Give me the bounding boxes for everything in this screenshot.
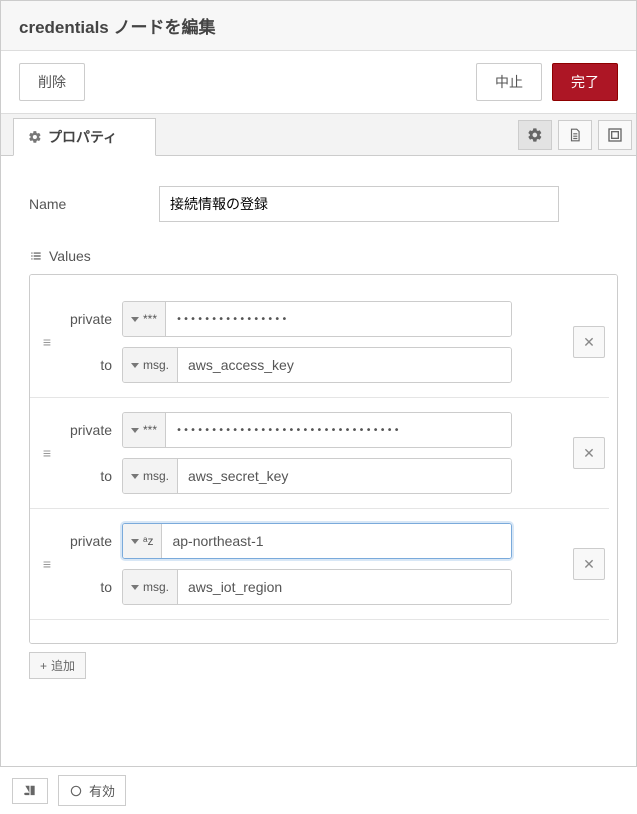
name-row: Name: [29, 186, 618, 222]
tab-properties-label: プロパティ: [48, 127, 117, 147]
values-list[interactable]: ≡ private *** to msg. ✕ ≡ private *** to msg. ✕ ≡ pri…: [29, 274, 618, 644]
editor-header: credentials ノードを編集: [1, 1, 636, 51]
private-input[interactable]: ***: [122, 301, 512, 337]
tab-appearance-icon-button[interactable]: [598, 120, 632, 150]
private-value-input[interactable]: [166, 413, 511, 447]
drag-handle-icon[interactable]: ≡: [38, 556, 56, 572]
to-input[interactable]: msg.: [122, 347, 512, 383]
gear-icon: [28, 130, 42, 144]
to-input[interactable]: msg.: [122, 458, 512, 494]
chevron-down-icon: [131, 363, 139, 368]
to-input[interactable]: msg.: [122, 569, 512, 605]
editor-footer: 有効: [0, 766, 637, 814]
chevron-down-icon: [131, 428, 139, 433]
circle-icon: [69, 784, 83, 798]
enabled-label: 有効: [89, 781, 115, 800]
chevron-down-icon: [131, 474, 139, 479]
to-value-input[interactable]: [178, 348, 511, 382]
type-label: msg.: [143, 580, 169, 594]
add-button[interactable]: + 追加: [29, 652, 86, 679]
to-type-selector[interactable]: msg.: [123, 459, 178, 493]
to-value-input[interactable]: [178, 459, 511, 493]
book-icon: [23, 784, 37, 798]
tab-row: プロパティ: [1, 114, 636, 156]
cancel-button[interactable]: 中止: [476, 63, 542, 101]
to-value-input[interactable]: [178, 570, 511, 604]
to-label: to: [66, 468, 122, 484]
list-icon: [29, 249, 43, 263]
gear-icon: [527, 127, 543, 143]
form-body: Name Values ≡ private *** to msg. ✕ ≡ private **…: [1, 156, 636, 697]
remove-button[interactable]: ✕: [573, 326, 605, 358]
tab-properties[interactable]: プロパティ: [13, 118, 156, 156]
close-icon: ✕: [583, 334, 595, 351]
to-type-selector[interactable]: msg.: [123, 348, 178, 382]
delete-button[interactable]: 削除: [19, 63, 85, 101]
to-label: to: [66, 357, 122, 373]
type-label: msg.: [143, 358, 169, 372]
private-value-input[interactable]: [166, 302, 511, 336]
values-label: Values: [29, 248, 618, 264]
values-label-text: Values: [49, 248, 91, 264]
type-label: ***: [143, 312, 157, 326]
private-type-selector[interactable]: ᵃz: [123, 524, 162, 558]
value-item: ≡ private ᵃz to msg. ✕: [30, 509, 609, 620]
private-type-selector[interactable]: ***: [123, 413, 166, 447]
tab-description-icon-button[interactable]: [558, 120, 592, 150]
appearance-icon: [607, 127, 623, 143]
value-item: ≡ private *** to msg. ✕: [30, 287, 609, 398]
action-bar: 削除 中止 完了: [1, 51, 636, 114]
enabled-toggle[interactable]: 有効: [58, 775, 126, 806]
add-button-label: 追加: [51, 657, 75, 674]
to-type-selector[interactable]: msg.: [123, 570, 178, 604]
private-type-selector[interactable]: ***: [123, 302, 166, 336]
name-input[interactable]: [159, 186, 559, 222]
value-item: ≡ private *** to msg. ✕: [30, 398, 609, 509]
private-label: private: [66, 311, 122, 327]
editor-title: credentials ノードを編集: [19, 18, 216, 37]
name-label: Name: [29, 196, 159, 212]
private-value-input[interactable]: [162, 524, 511, 558]
type-label: ᵃz: [143, 534, 153, 548]
document-icon: [568, 127, 582, 143]
type-label: ***: [143, 423, 157, 437]
remove-button[interactable]: ✕: [573, 437, 605, 469]
chevron-down-icon: [131, 317, 139, 322]
type-label: msg.: [143, 469, 169, 483]
chevron-down-icon: [131, 585, 139, 590]
drag-handle-icon[interactable]: ≡: [38, 445, 56, 461]
private-input[interactable]: ***: [122, 412, 512, 448]
chevron-down-icon: [131, 539, 139, 544]
close-icon: ✕: [583, 445, 595, 462]
tab-settings-icon-button[interactable]: [518, 120, 552, 150]
help-button[interactable]: [12, 778, 48, 804]
drag-handle-icon[interactable]: ≡: [38, 334, 56, 350]
plus-icon: +: [40, 659, 47, 673]
private-input[interactable]: ᵃz: [122, 523, 512, 559]
to-label: to: [66, 579, 122, 595]
close-icon: ✕: [583, 556, 595, 573]
remove-button[interactable]: ✕: [573, 548, 605, 580]
done-button[interactable]: 完了: [552, 63, 618, 101]
private-label: private: [66, 422, 122, 438]
private-label: private: [66, 533, 122, 549]
